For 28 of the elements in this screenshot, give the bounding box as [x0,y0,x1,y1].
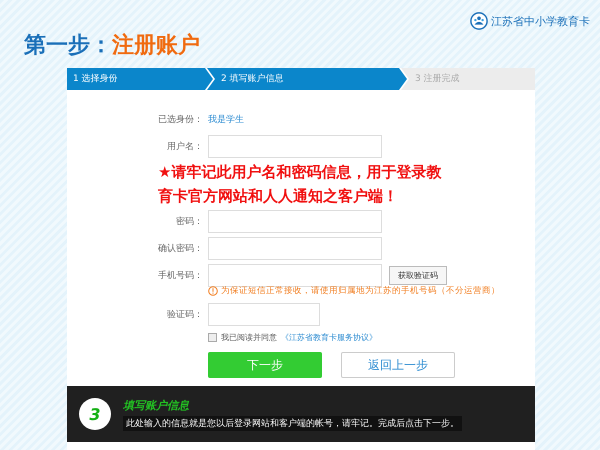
input-field[interactable] [208,135,382,158]
field-label: 手机号码： [157,270,203,282]
tip-title: 填写账户信息 [123,398,190,412]
get-code-button[interactable]: 获取验证码 [389,266,447,285]
notice-text: ★请牢记此用户名和密码信息，用于登录教育卡官方网站和人人通知之客户端！ [158,162,442,207]
input-field[interactable] [208,210,382,233]
warning-icon [208,286,218,296]
step-number: 3 [79,398,111,430]
checkbox[interactable] [208,333,217,342]
next-button[interactable]: 下一步 [208,352,322,378]
field-label: 已选身份： [157,114,203,126]
input-field[interactable] [208,303,320,326]
field-label: 密码： [175,216,203,228]
identity-value: 我是学生 [208,114,245,126]
back-button[interactable]: 返回上一步 [341,352,455,378]
agreement-link[interactable]: 《江苏省教育卡服务协议》 [281,332,377,343]
page-title: 注册账户 [112,32,200,60]
field-label: 确认密码： [157,242,203,255]
logo-icon [470,12,488,30]
hint-text: 为保证短信正常接收，请使用归属地为江苏的手机号码（不分运营商） [221,285,500,297]
tip-text: 此处输入的信息就是您以后登录网站和客户端的帐号，请牢记。完成后点击下一步。 [123,416,462,430]
brand-name: 江苏省中小学教育卡 [491,14,590,28]
input-field[interactable] [208,237,382,260]
agreement-text: 我已阅读并同意 [221,332,277,343]
field-label: 验证码： [166,308,203,321]
step-heading: 第一步： [24,32,112,60]
input-field[interactable] [208,264,382,287]
field-label: 用户名： [166,140,203,153]
